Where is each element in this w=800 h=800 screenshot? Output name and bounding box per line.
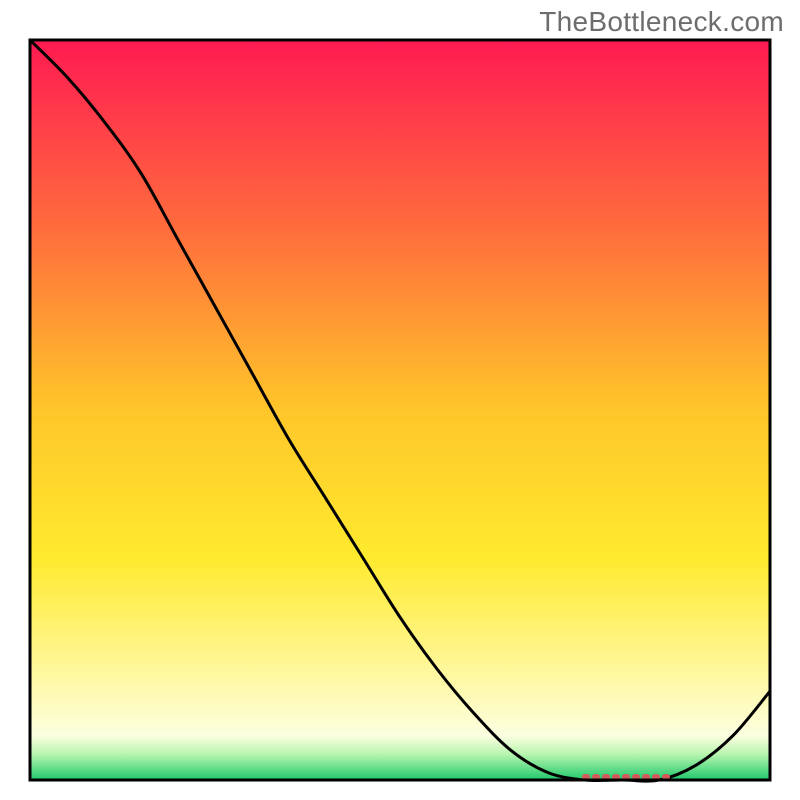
gradient-background (30, 40, 770, 780)
bottleneck-curve-plot (0, 0, 800, 800)
chart-frame: TheBottleneck.com (0, 0, 800, 800)
